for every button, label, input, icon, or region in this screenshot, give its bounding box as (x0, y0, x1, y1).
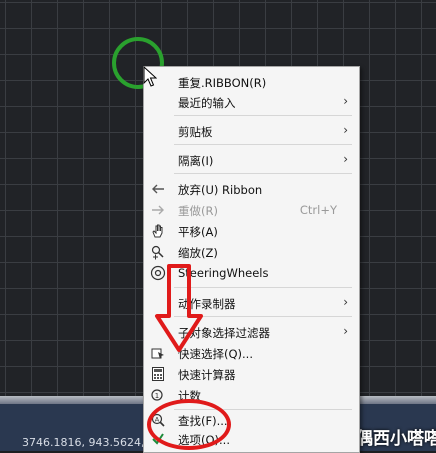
menu-item-repeat-ribbon[interactable]: 重复.RIBBON(R) (144, 72, 359, 92)
menu-item-undo[interactable]: 放弃(U) Ribbon (144, 179, 359, 199)
zoom-magnifier-icon (151, 245, 164, 260)
menu-item-zoom[interactable]: 缩放(Z) (144, 242, 359, 262)
menu-separator (174, 173, 352, 174)
menu-item-shortcut: Ctrl+Y (299, 203, 337, 217)
red-highlight-circle (147, 399, 231, 450)
submenu-arrow-icon: › (343, 152, 348, 166)
menu-item-recent-input[interactable]: 最近的输入 › (144, 92, 359, 112)
svg-text:1: 1 (155, 392, 159, 400)
menu-item-label: 隔离(I) (178, 154, 214, 168)
redo-arrow-icon (152, 205, 164, 215)
menu-item-label: 剪贴板 (178, 125, 213, 139)
context-menu: 重复.RIBBON(R) 最近的输入 › 剪贴板 › 隔离(I) › 放弃(U)… (143, 66, 360, 453)
menu-separator (174, 115, 352, 116)
menu-item-quickcalc[interactable]: 快速计算器 (144, 364, 359, 384)
menu-item-label: 放弃(U) Ribbon (178, 183, 263, 197)
count-icon: 1 (151, 389, 163, 401)
menu-item-clipboard[interactable]: 剪贴板 › (144, 121, 359, 141)
submenu-arrow-icon: › (343, 295, 348, 309)
menu-item-label: 重做(R) (178, 204, 218, 218)
coordinates-readout: 3746.1816, 943.5624, 0 (22, 436, 155, 449)
calculator-icon (152, 367, 164, 381)
menu-item-isolate[interactable]: 隔离(I) › (144, 150, 359, 170)
submenu-arrow-icon: › (343, 123, 348, 137)
menu-item-label: 快速计算器 (178, 368, 236, 382)
hand-pan-icon (152, 224, 163, 238)
menu-item-label: 最近的输入 (178, 96, 236, 110)
undo-arrow-icon (152, 184, 164, 194)
red-down-arrow-annotation (155, 264, 203, 352)
mouse-cursor-icon (143, 66, 157, 87)
menu-separator (174, 144, 352, 145)
menu-item-label: 缩放(Z) (178, 246, 218, 260)
menu-item-redo[interactable]: 重做(R) Ctrl+Y (144, 200, 359, 220)
submenu-arrow-icon: › (343, 94, 348, 108)
menu-item-pan[interactable]: 平移(A) (144, 221, 359, 241)
submenu-arrow-icon: › (343, 324, 348, 338)
menu-item-label: 重复.RIBBON(R) (178, 76, 267, 90)
menu-item-label: 平移(A) (178, 225, 218, 239)
